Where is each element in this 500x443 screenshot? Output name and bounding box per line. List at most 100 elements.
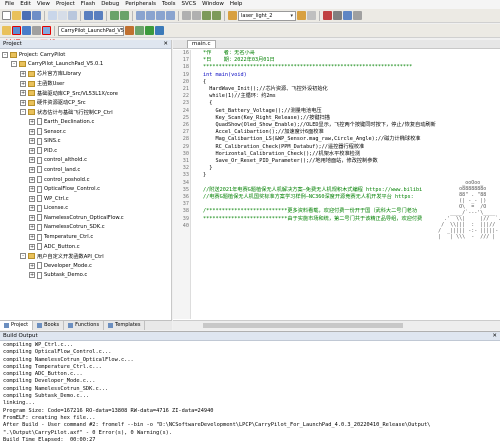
tree-file-item[interactable]: + SINS.c: [0, 136, 171, 146]
save-icon[interactable]: [22, 11, 31, 20]
menu-help[interactable]: Help: [227, 0, 246, 9]
expand-icon[interactable]: +: [29, 214, 35, 221]
incremental-find-icon[interactable]: [307, 11, 316, 20]
tree-file-item[interactable]: + Subtask_Demo.c: [0, 271, 171, 281]
redo-icon[interactable]: [94, 11, 103, 20]
expand-icon[interactable]: +: [29, 166, 35, 173]
tree-file-item[interactable]: + NamelessCotrun_OpticalFlow.c: [0, 213, 171, 223]
rebuild-icon[interactable]: [22, 26, 31, 35]
menu-debug[interactable]: Debug: [98, 0, 122, 9]
bookmark-icon[interactable]: [136, 11, 145, 20]
menu-svcs[interactable]: SVCS: [179, 0, 200, 9]
options-for-target-icon[interactable]: [125, 26, 134, 35]
menu-project[interactable]: Project: [53, 0, 78, 9]
menu-tools[interactable]: Tools: [159, 0, 179, 9]
menu-view[interactable]: View: [34, 0, 53, 9]
find-in-files-icon[interactable]: [228, 11, 237, 20]
expand-icon[interactable]: +: [29, 128, 35, 135]
tree-file-item[interactable]: + WP_Ctrl.c: [0, 194, 171, 204]
expand-icon[interactable]: +: [29, 272, 35, 279]
expand-icon[interactable]: +: [29, 195, 35, 202]
breakpoint-icon[interactable]: [333, 11, 342, 20]
tree-folder-item[interactable]: - 状态估计与基础飞行控制CP_Ctrl: [0, 108, 171, 118]
translate-icon[interactable]: [2, 26, 11, 35]
bookmark-clear-icon[interactable]: [166, 11, 175, 20]
expand-icon[interactable]: +: [20, 90, 26, 97]
paste-icon[interactable]: [68, 11, 77, 20]
uncomment-icon[interactable]: [212, 11, 221, 20]
file-extensions-icon[interactable]: [135, 26, 144, 35]
tab-books[interactable]: Books: [33, 321, 65, 330]
expand-icon[interactable]: +: [29, 176, 35, 183]
tree-folder-item[interactable]: + 硬件资源驱动CP_Src: [0, 98, 171, 108]
tab-project[interactable]: Project: [0, 321, 34, 330]
indent-icon[interactable]: [182, 11, 191, 20]
expand-icon[interactable]: +: [29, 243, 35, 250]
expand-icon[interactable]: +: [29, 262, 35, 269]
tree-file-item[interactable]: + control_poshold.c: [0, 175, 171, 185]
tree-folder-item[interactable]: + 基础驱动库CP_Src/VL53L1X/core: [0, 88, 171, 98]
expand-icon[interactable]: +: [29, 224, 35, 231]
cut-icon[interactable]: [48, 11, 57, 20]
nav-forward-icon[interactable]: [120, 11, 129, 20]
tree-file-item[interactable]: + ADC_Button.c: [0, 242, 171, 252]
new-file-icon[interactable]: [2, 11, 11, 20]
tree-file-item[interactable]: + NamelessCotrun_SDK.c: [0, 223, 171, 233]
comment-icon[interactable]: [202, 11, 211, 20]
collapse-icon[interactable]: -: [11, 61, 17, 68]
expand-icon[interactable]: +: [29, 147, 35, 154]
expand-icon[interactable]: +: [20, 70, 26, 77]
menu-window[interactable]: Window: [199, 0, 227, 9]
tree-file-item[interactable]: + control_land.c: [0, 165, 171, 175]
batch-build-icon[interactable]: [32, 26, 41, 35]
menu-file[interactable]: File: [2, 0, 17, 9]
close-icon[interactable]: ✕: [492, 332, 497, 340]
menu-edit[interactable]: Edit: [17, 0, 34, 9]
editor-tab-main[interactable]: main.c: [187, 40, 216, 48]
tree-file-item[interactable]: + OpticalFlow_Control.c: [0, 184, 171, 194]
find-combo[interactable]: laser_light_2 ▾: [238, 10, 296, 21]
tree-folder-item[interactable]: + 芯片官方库Library: [0, 69, 171, 79]
expand-icon[interactable]: +: [29, 186, 35, 193]
window-layout-icon[interactable]: [343, 11, 352, 20]
expand-icon[interactable]: +: [29, 138, 35, 145]
nav-back-icon[interactable]: [110, 11, 119, 20]
expand-icon[interactable]: +: [29, 234, 35, 241]
search-icon[interactable]: [297, 11, 306, 20]
tree-file-item[interactable]: + License.c: [0, 204, 171, 214]
configure-icon[interactable]: [353, 11, 362, 20]
collapse-icon[interactable]: -: [20, 253, 26, 260]
tree-file-item[interactable]: + Earth_Declination.c: [0, 117, 171, 127]
tree-file-item[interactable]: + Sensor.c: [0, 127, 171, 137]
undo-icon[interactable]: [84, 11, 93, 20]
scrollbar-thumb[interactable]: [203, 323, 403, 328]
expand-icon[interactable]: +: [20, 80, 26, 87]
build-icon[interactable]: [12, 26, 21, 35]
open-folder-icon[interactable]: [12, 11, 21, 20]
debug-start-icon[interactable]: [323, 11, 332, 20]
unindent-icon[interactable]: [192, 11, 201, 20]
pack-installer-icon[interactable]: [155, 26, 164, 35]
expand-icon[interactable]: +: [29, 205, 35, 212]
expand-icon[interactable]: +: [29, 118, 35, 125]
bookmark-prev-icon[interactable]: [146, 11, 155, 20]
tab-templates[interactable]: Templates: [104, 321, 146, 330]
tree-folder-item[interactable]: - 用户自定义开发函数API_Ctrl: [0, 251, 171, 261]
tree-file-item[interactable]: + PID.c: [0, 146, 171, 156]
save-all-icon[interactable]: [32, 11, 41, 20]
tree-folder-item[interactable]: - CarryPilot_LaunchPad_V5.0.1: [0, 60, 171, 70]
tree-file-item[interactable]: + Temperature_Ctrl.c: [0, 232, 171, 242]
close-icon[interactable]: ✕: [163, 40, 168, 48]
collapse-icon[interactable]: -: [20, 109, 26, 116]
bookmark-next-icon[interactable]: [156, 11, 165, 20]
tab-functions[interactable]: Functions: [64, 321, 105, 330]
copy-icon[interactable]: [58, 11, 67, 20]
expand-icon[interactable]: +: [29, 157, 35, 164]
manage-runtime-icon[interactable]: [145, 26, 154, 35]
editor-horizontal-scrollbar[interactable]: [173, 320, 500, 330]
tree-file-item[interactable]: + Developer_Mode.c: [0, 261, 171, 271]
menu-peripherals[interactable]: Peripherals: [122, 0, 159, 9]
target-select[interactable]: CarryPilot_LaunchPad_V5 ▾: [58, 25, 129, 36]
expand-icon[interactable]: +: [20, 99, 26, 106]
menu-flash[interactable]: Flash: [78, 0, 98, 9]
